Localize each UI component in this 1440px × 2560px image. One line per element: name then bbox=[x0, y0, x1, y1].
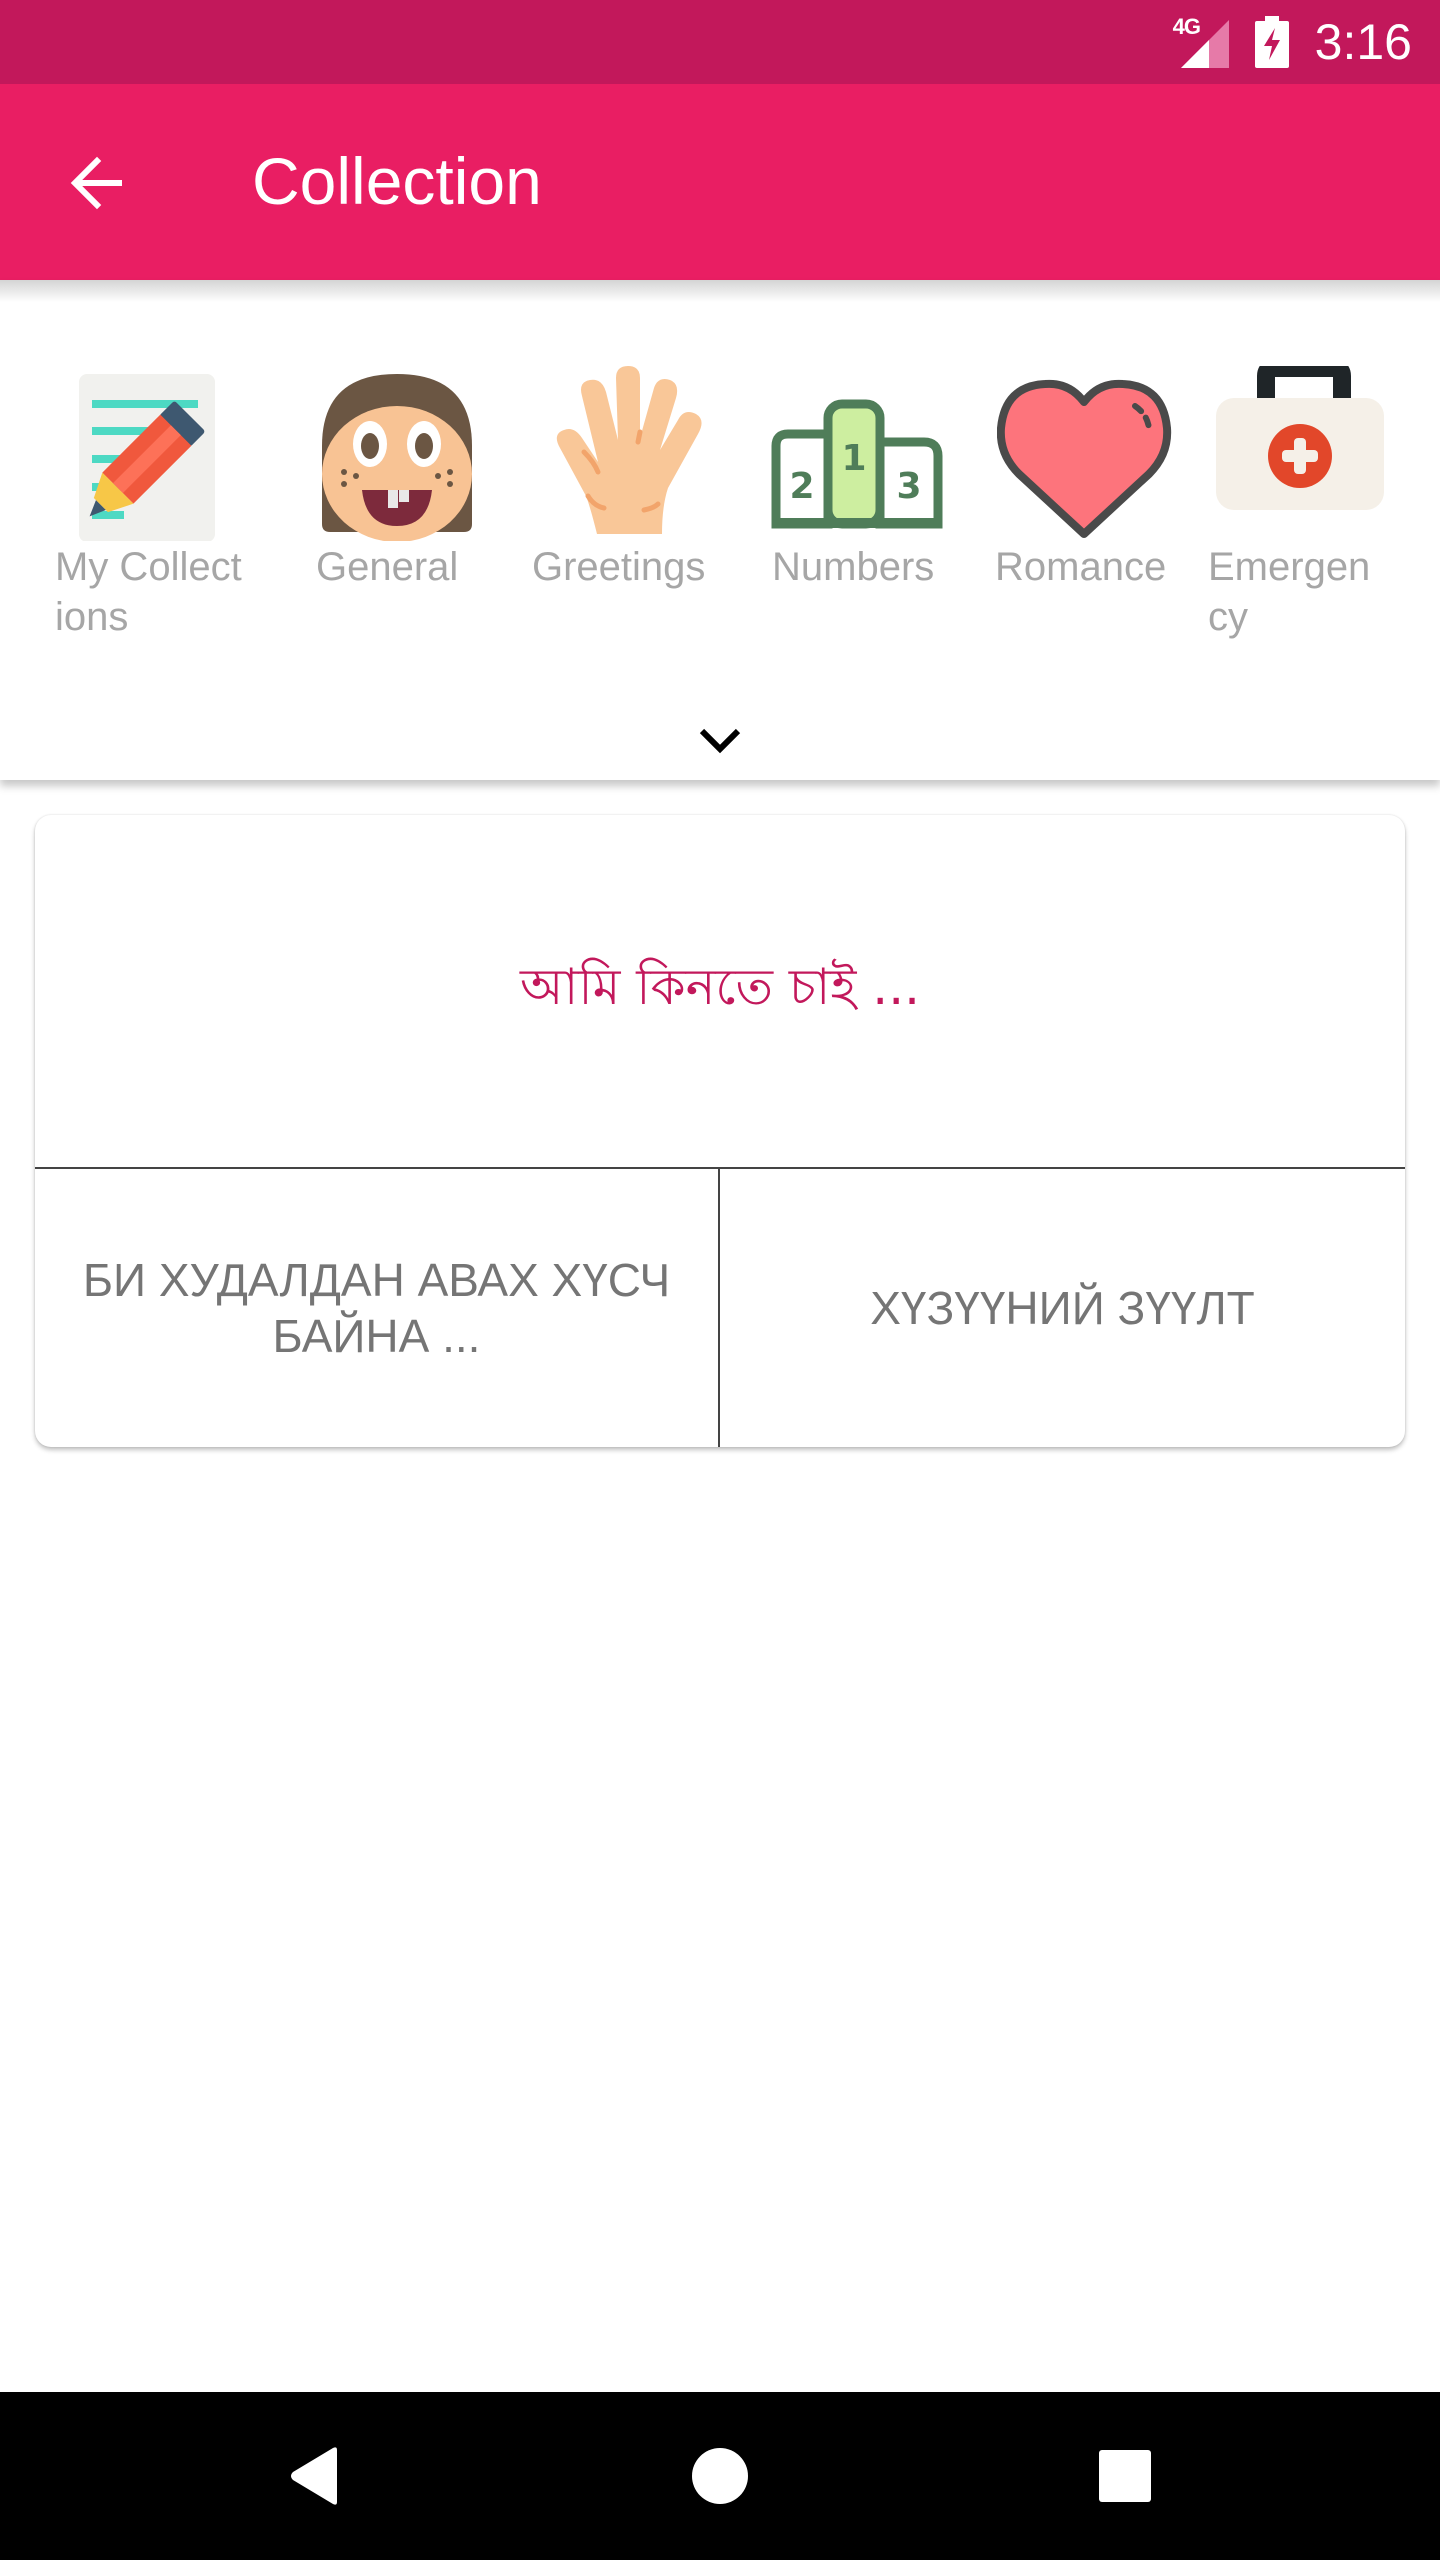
clock: 3:16 bbox=[1314, 14, 1412, 70]
category-label: Emergen cy bbox=[1208, 545, 1371, 639]
nav-back-icon bbox=[291, 2447, 337, 2505]
phrase-source-area[interactable]: আমি কিনতে চাই ... bbox=[35, 815, 1405, 1167]
category-item-romance[interactable]: Romance bbox=[995, 366, 1195, 666]
heart-icon bbox=[997, 379, 1172, 538]
status-icons: 4G 3:16 bbox=[1173, 0, 1412, 84]
category-item-greetings[interactable]: Greetings bbox=[532, 366, 732, 666]
first-aid-kit-icon bbox=[1216, 366, 1384, 510]
chevron-down-icon bbox=[699, 728, 741, 754]
notepad-pencil-icon bbox=[79, 374, 215, 541]
category-label: My Collect ions bbox=[55, 545, 242, 639]
category-list: My Collect ions General Greetings 2 1 3 … bbox=[0, 366, 1440, 666]
arrow-back-icon bbox=[70, 156, 122, 210]
podium-icon: 2 1 3 bbox=[771, 399, 943, 529]
svg-text:3: 3 bbox=[896, 466, 921, 507]
nav-back-button[interactable] bbox=[265, 2426, 365, 2526]
category-item-numbers[interactable]: 2 1 3 Numbers bbox=[771, 366, 972, 666]
battery-charging-icon bbox=[1254, 16, 1289, 68]
nav-home-icon bbox=[692, 2448, 748, 2504]
network-4g-icon: 4G bbox=[1173, 12, 1233, 72]
back-button[interactable] bbox=[52, 138, 142, 228]
nav-recents-button[interactable] bbox=[1075, 2426, 1175, 2526]
nav-home-button[interactable] bbox=[670, 2426, 770, 2526]
category-label: Numbers bbox=[772, 545, 935, 589]
svg-text:2: 2 bbox=[789, 466, 814, 507]
category-label: Greetings bbox=[532, 545, 706, 589]
nav-recents-icon bbox=[1099, 2450, 1151, 2502]
expand-categories-button[interactable] bbox=[680, 710, 760, 770]
svg-text:1: 1 bbox=[841, 438, 866, 479]
phrase-card[interactable]: আমি কিনতে চাই ... БИ ХУДАЛДАН АВАХ ХҮСЧ … bbox=[35, 815, 1405, 1447]
app-bar: Collection bbox=[0, 84, 1440, 280]
phrase-transliteration[interactable]: ХҮЗҮҮНИЙ ЗҮҮЛТ bbox=[720, 1169, 1405, 1447]
category-panel: My Collect ions General Greetings 2 1 3 … bbox=[0, 280, 1440, 780]
phrase-translation[interactable]: БИ ХУДАЛДАН АВАХ ХҮСЧ БАЙНА ... bbox=[35, 1169, 718, 1447]
signal-icon bbox=[1180, 20, 1229, 68]
category-label: General bbox=[316, 545, 459, 589]
status-bar: 4G 3:16 bbox=[0, 0, 1440, 84]
waving-hand-icon bbox=[556, 366, 702, 534]
phrase-source-text: আমি কিনতে চাই ... bbox=[520, 957, 920, 1016]
category-item-emergency[interactable]: Emergen cy bbox=[1208, 366, 1408, 666]
category-item-general[interactable]: General bbox=[300, 366, 500, 666]
system-nav-bar bbox=[0, 2392, 1440, 2560]
category-label: Romance bbox=[995, 545, 1167, 589]
category-item-my-collections[interactable]: My Collect ions bbox=[55, 366, 255, 666]
smiling-face-icon bbox=[322, 374, 472, 541]
page-title: Collection bbox=[252, 144, 542, 218]
